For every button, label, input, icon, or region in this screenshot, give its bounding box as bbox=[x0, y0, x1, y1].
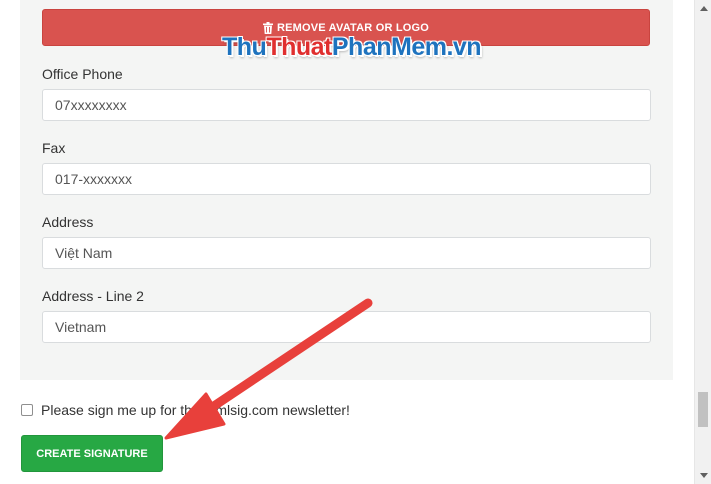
address-input[interactable] bbox=[42, 237, 651, 269]
fax-input[interactable] bbox=[42, 163, 651, 195]
office-phone-label: Office Phone bbox=[42, 66, 123, 82]
address-line2-input[interactable] bbox=[42, 311, 651, 343]
newsletter-checkbox[interactable] bbox=[21, 404, 33, 416]
newsletter-row: Please sign me up for the htmlsig.com ne… bbox=[21, 402, 350, 418]
trash-icon bbox=[262, 21, 273, 34]
watermark: ThuThuatPhanMem.vn bbox=[222, 33, 482, 61]
remove-avatar-label: REMOVE AVATAR OR LOGO bbox=[276, 21, 430, 34]
scroll-thumb[interactable] bbox=[698, 392, 708, 427]
scroll-down-arrow-icon[interactable] bbox=[695, 467, 711, 484]
office-phone-input[interactable] bbox=[42, 89, 651, 121]
address-label: Address bbox=[42, 214, 94, 230]
newsletter-label: Please sign me up for the htmlsig.com ne… bbox=[41, 402, 350, 418]
address-line2-label: Address - Line 2 bbox=[42, 288, 144, 304]
fax-label: Fax bbox=[42, 140, 66, 156]
create-signature-button[interactable]: CREATE SIGNATURE bbox=[21, 435, 163, 472]
scroll-up-arrow-icon[interactable] bbox=[695, 0, 711, 17]
vertical-scrollbar[interactable] bbox=[694, 0, 711, 484]
